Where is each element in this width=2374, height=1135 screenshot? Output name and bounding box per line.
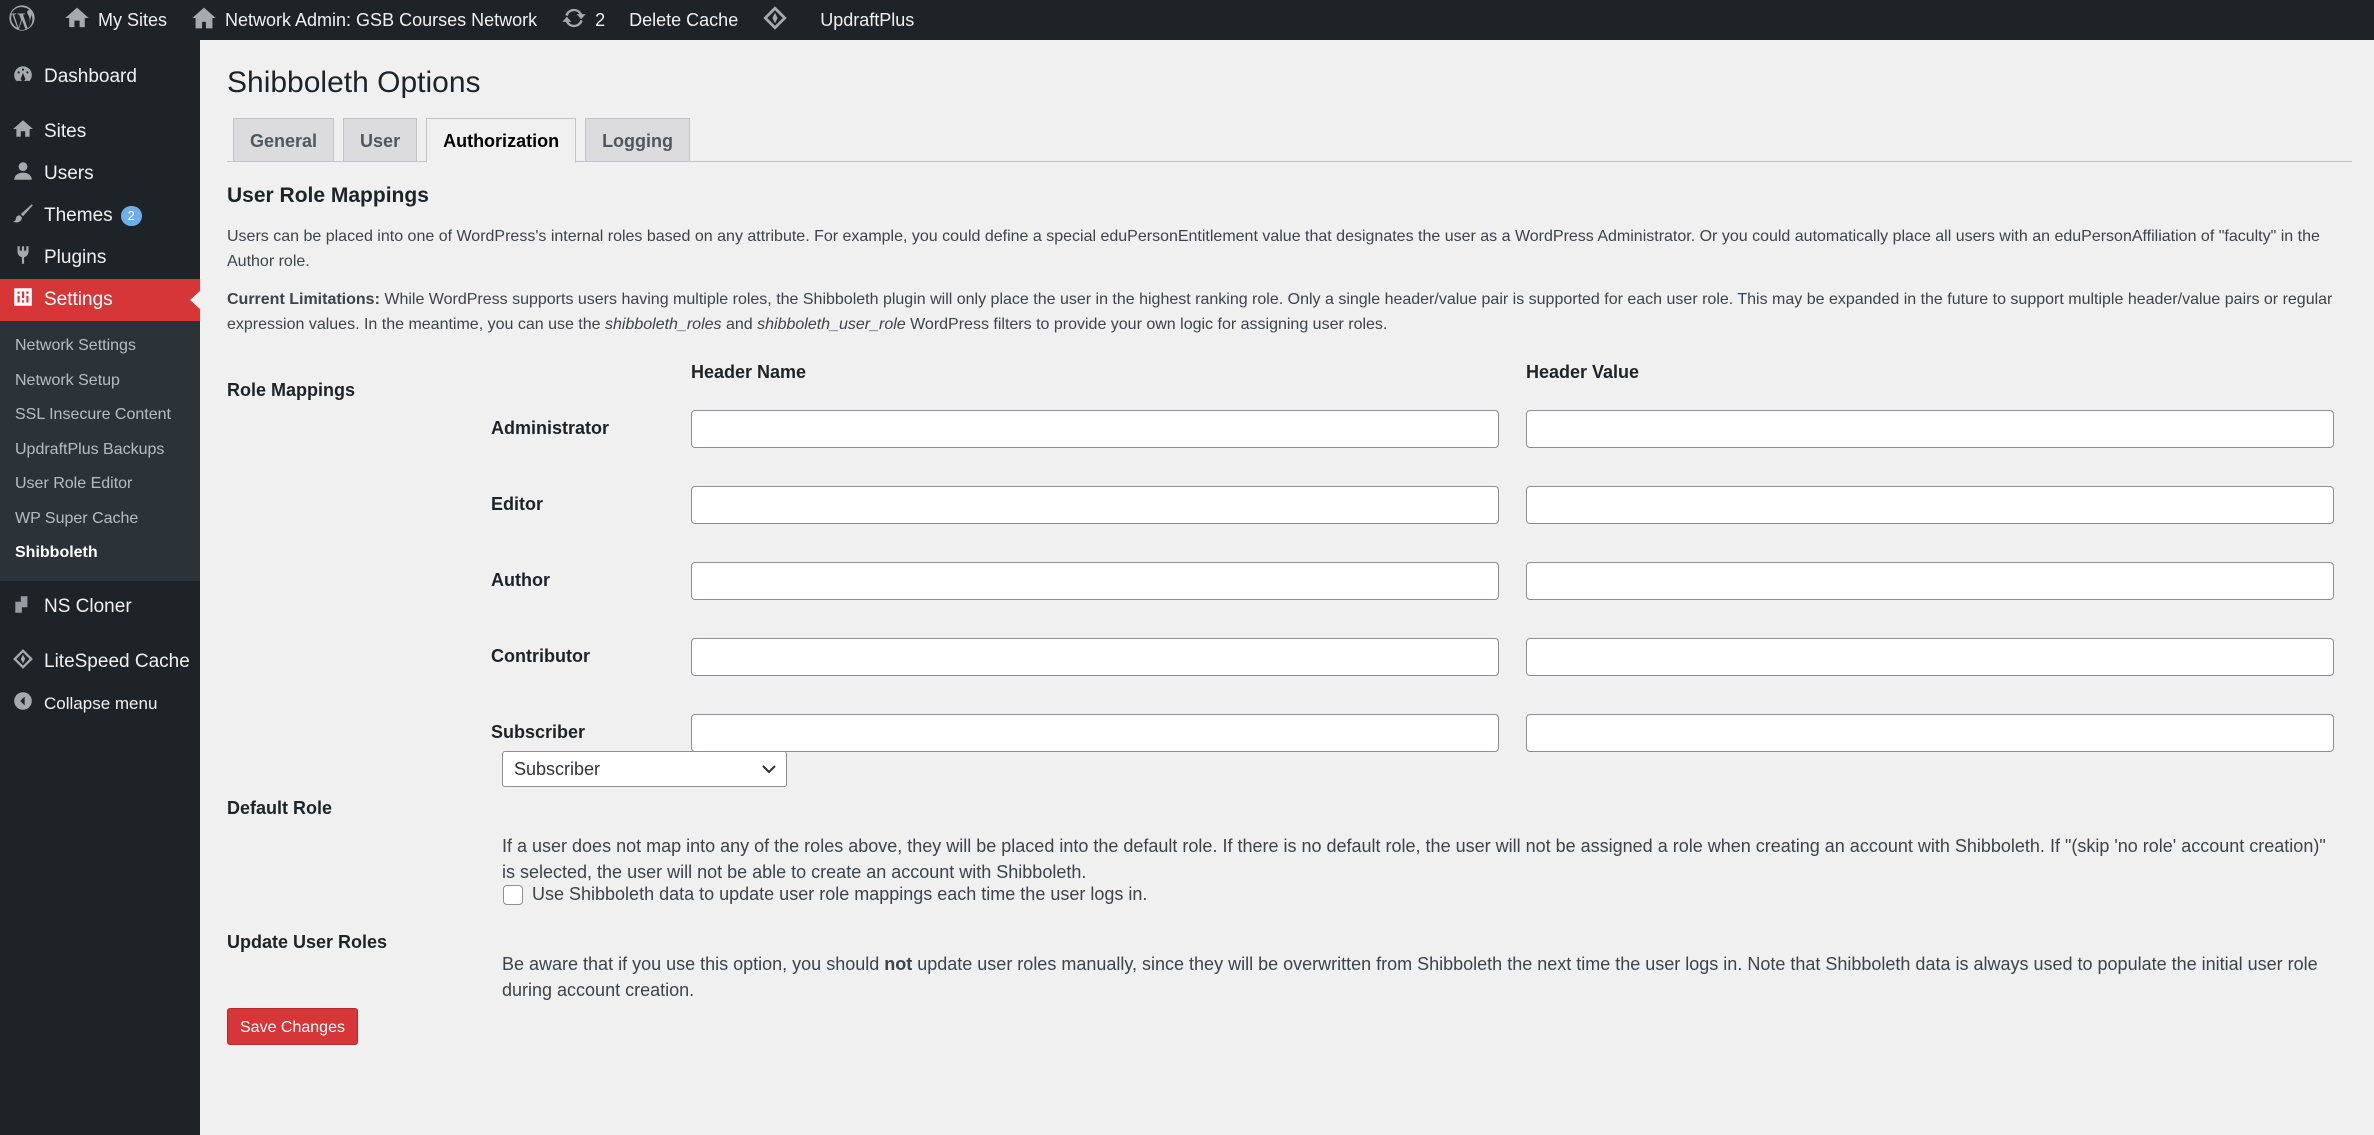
dashboard-icon	[12, 63, 44, 91]
my-sites-menu[interactable]: My Sites	[52, 0, 179, 40]
menu-users-label: Users	[44, 163, 94, 184]
menu-dashboard[interactable]: Dashboard	[0, 56, 200, 98]
update-user-roles-checkbox-label[interactable]: Use Shibboleth data to update user role …	[532, 884, 1147, 905]
litespeed-icon	[12, 648, 44, 676]
header-value-column: Header Value	[1526, 362, 1640, 382]
settings-submenu: Network Settings Network Setup SSL Insec…	[0, 321, 200, 581]
update-user-roles-help: Be aware that if you use this option, yo…	[502, 951, 2332, 1003]
menu-ns-cloner-label: NS Cloner	[44, 595, 132, 617]
sites-icon	[12, 118, 44, 146]
header-name-column: Header Name	[691, 362, 807, 382]
menu-sites-label: Sites	[44, 121, 87, 142]
role-label-editor: Editor	[491, 494, 543, 514]
admin-sidebar: Dashboard Sites Users Themes 2 Plugins S…	[0, 40, 200, 1135]
author-header-value-input[interactable]	[1526, 562, 2334, 600]
submenu-wp-super-cache[interactable]: WP Super Cache	[0, 502, 200, 537]
role-mappings-form: Role Mappings Header Name Header Value A…	[227, 0, 2352, 1135]
update-help-bold: not	[884, 954, 913, 974]
submenu-user-role-editor[interactable]: User Role Editor	[0, 467, 200, 502]
themes-update-badge: 2	[120, 206, 142, 226]
save-changes-button[interactable]: Save Changes	[227, 1008, 358, 1045]
subscriber-header-value-input[interactable]	[1526, 714, 2334, 752]
role-label-administrator: Administrator	[491, 418, 610, 438]
default-role-label: Default Role	[227, 798, 333, 818]
plugins-icon	[12, 244, 44, 272]
menu-users[interactable]: Users	[0, 153, 200, 195]
role-label-subscriber: Subscriber	[491, 722, 586, 742]
wordpress-logo-icon	[8, 4, 42, 37]
editor-header-name-input[interactable]	[691, 486, 1499, 524]
users-icon	[12, 160, 44, 188]
collapse-arrow-icon	[12, 690, 44, 717]
submenu-shibboleth[interactable]: Shibboleth	[0, 536, 200, 571]
role-mappings-label: Role Mappings	[227, 380, 356, 400]
submenu-updraftplus-backups[interactable]: UpdraftPlus Backups	[0, 433, 200, 468]
menu-ns-cloner[interactable]: NS Cloner	[0, 586, 200, 628]
menu-litespeed-cache[interactable]: LiteSpeed Cache	[0, 641, 200, 683]
collapse-menu-button[interactable]: Collapse menu	[0, 683, 200, 725]
menu-dashboard-label: Dashboard	[44, 66, 137, 87]
update-help-text-1: Be aware that if you use this option, yo…	[502, 954, 885, 974]
administrator-header-name-input[interactable]	[691, 410, 1499, 448]
subscriber-header-name-input[interactable]	[691, 714, 1499, 752]
menu-settings[interactable]: Settings	[0, 279, 200, 321]
menu-plugins[interactable]: Plugins	[0, 237, 200, 279]
submenu-ssl-insecure-content[interactable]: SSL Insecure Content	[0, 398, 200, 433]
default-role-selected-value: Subscriber	[514, 759, 601, 779]
menu-themes[interactable]: Themes 2	[0, 195, 200, 237]
author-header-name-input[interactable]	[691, 562, 1499, 600]
update-user-roles-label: Update User Roles	[227, 932, 388, 952]
menu-litespeed-label: LiteSpeed Cache	[44, 650, 190, 672]
my-sites-label: My Sites	[98, 9, 168, 30]
collapse-menu-label: Collapse menu	[44, 693, 158, 713]
ns-cloner-icon	[12, 593, 44, 621]
home-icon	[191, 5, 225, 36]
administrator-header-value-input[interactable]	[1526, 410, 2334, 448]
default-role-help: If a user does not map into any of the r…	[502, 836, 2326, 882]
editor-header-value-input[interactable]	[1526, 486, 2334, 524]
settings-sliders-icon	[12, 286, 44, 314]
role-label-contributor: Contributor	[491, 646, 590, 666]
menu-plugins-label: Plugins	[44, 247, 107, 268]
contributor-header-value-input[interactable]	[1526, 638, 2334, 676]
menu-sites[interactable]: Sites	[0, 111, 200, 153]
themes-brush-icon	[12, 202, 44, 230]
chevron-down-icon	[762, 765, 776, 774]
update-user-roles-checkbox[interactable]	[503, 885, 523, 905]
contributor-header-name-input[interactable]	[691, 638, 1499, 676]
my-sites-icon	[64, 5, 98, 36]
menu-themes-label: Themes	[44, 205, 113, 226]
default-role-select[interactable]: Subscriber	[502, 751, 787, 787]
menu-settings-label: Settings	[44, 289, 113, 310]
submenu-network-setup[interactable]: Network Setup	[0, 364, 200, 399]
submenu-network-settings[interactable]: Network Settings	[0, 329, 200, 364]
role-label-author: Author	[491, 570, 550, 590]
wordpress-logo-menu[interactable]	[0, 0, 52, 40]
